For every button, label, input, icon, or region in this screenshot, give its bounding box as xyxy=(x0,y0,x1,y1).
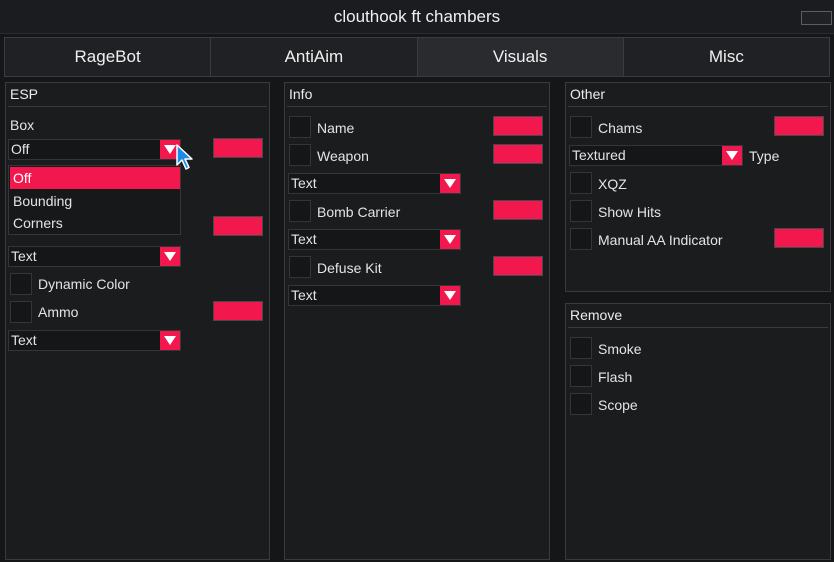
manual-aa-indicator-color-swatch[interactable] xyxy=(774,228,824,248)
weapon-color-swatch[interactable] xyxy=(493,144,543,164)
remove-panel-title: Remove xyxy=(570,307,623,323)
tab-bar: RageBot AntiAim Visuals Misc xyxy=(4,37,830,77)
divider xyxy=(568,327,828,328)
esp-text-select[interactable]: Text xyxy=(8,246,181,267)
xqz-label: XQZ xyxy=(598,176,627,192)
tab-visuals[interactable]: Visuals xyxy=(416,37,623,77)
chevron-down-icon[interactable] xyxy=(440,174,460,193)
type-label: Type xyxy=(749,148,780,164)
name-label: Name xyxy=(317,120,355,136)
chams-checkbox[interactable] xyxy=(570,116,592,138)
name-checkbox[interactable] xyxy=(289,116,311,138)
tab-misc[interactable]: Misc xyxy=(622,37,830,77)
title-bar: clouthook ft chambers xyxy=(0,0,834,34)
window-title: clouthook ft chambers xyxy=(333,7,501,26)
chevron-down-icon[interactable] xyxy=(722,146,742,165)
weapon-label: Weapon xyxy=(317,148,369,164)
ammo-label: Ammo xyxy=(38,304,79,320)
box-select[interactable]: Off xyxy=(8,139,181,160)
box-select-value: Off xyxy=(11,141,30,157)
chevron-down-icon[interactable] xyxy=(160,331,180,350)
weapon-select-value: Text xyxy=(291,175,317,191)
show-hits-label: Show Hits xyxy=(598,204,662,220)
xqz-checkbox[interactable] xyxy=(570,172,592,194)
defuse-kit-select-value: Text xyxy=(291,287,317,303)
esp-text-select-value: Text xyxy=(11,248,37,264)
name-color-swatch[interactable] xyxy=(213,216,263,236)
scope-checkbox[interactable] xyxy=(570,393,592,415)
divider xyxy=(568,106,828,107)
manual-aa-indicator-label: Manual AA Indicator xyxy=(598,232,723,248)
divider xyxy=(287,106,547,107)
weapon-select[interactable]: Text xyxy=(288,173,461,194)
chevron-down-icon[interactable] xyxy=(440,286,460,305)
mouse-cursor-icon xyxy=(176,144,193,170)
name-info-color-swatch[interactable] xyxy=(493,116,543,136)
dropdown-option-corners[interactable]: Corners xyxy=(10,212,180,234)
smoke-label: Smoke xyxy=(598,341,642,357)
chams-label: Chams xyxy=(598,120,643,136)
other-panel-title: Other xyxy=(570,86,606,102)
window-control-button[interactable] xyxy=(801,11,832,25)
box-dropdown-menu: Off Bounding Corners xyxy=(8,165,181,235)
chams-type-select-value: Textured xyxy=(572,147,626,163)
chams-color-swatch[interactable] xyxy=(774,116,824,136)
box-label: Box xyxy=(10,117,35,133)
ammo-color-swatch[interactable] xyxy=(213,301,263,321)
scope-label: Scope xyxy=(598,397,638,413)
esp-panel-title: ESP xyxy=(10,86,39,102)
box-color-swatch[interactable] xyxy=(213,138,263,158)
defuse-kit-color-swatch[interactable] xyxy=(493,256,543,276)
show-hits-checkbox[interactable] xyxy=(570,200,592,222)
smoke-checkbox[interactable] xyxy=(570,337,592,359)
bomb-carrier-select-value: Text xyxy=(291,231,317,247)
dynamic-color-label: Dynamic Color xyxy=(38,276,130,292)
dropdown-option-bounding[interactable]: Bounding xyxy=(10,190,180,212)
manual-aa-indicator-checkbox[interactable] xyxy=(570,228,592,250)
defuse-kit-checkbox[interactable] xyxy=(289,256,311,278)
bomb-carrier-select[interactable]: Text xyxy=(288,229,461,250)
ammo-select[interactable]: Text xyxy=(8,330,181,351)
weapon-checkbox[interactable] xyxy=(289,144,311,166)
flash-label: Flash xyxy=(598,369,633,385)
ammo-select-value: Text xyxy=(11,332,37,348)
defuse-kit-select[interactable]: Text xyxy=(288,285,461,306)
chevron-down-icon[interactable] xyxy=(440,230,460,249)
dropdown-option-off[interactable]: Off xyxy=(10,167,180,189)
chams-type-select[interactable]: Textured xyxy=(569,145,743,166)
dynamic-color-checkbox[interactable] xyxy=(10,273,32,295)
divider xyxy=(8,106,267,107)
bomb-carrier-checkbox[interactable] xyxy=(289,200,311,222)
info-panel-title: Info xyxy=(289,86,313,102)
tab-ragebot[interactable]: RageBot xyxy=(4,37,211,77)
tab-antiaim[interactable]: AntiAim xyxy=(210,37,417,77)
bomb-carrier-color-swatch[interactable] xyxy=(493,200,543,220)
ammo-checkbox[interactable] xyxy=(10,301,32,323)
bomb-carrier-label: Bomb Carrier xyxy=(317,204,401,220)
flash-checkbox[interactable] xyxy=(570,365,592,387)
chevron-down-icon[interactable] xyxy=(160,247,180,266)
defuse-kit-label: Defuse Kit xyxy=(317,260,382,276)
